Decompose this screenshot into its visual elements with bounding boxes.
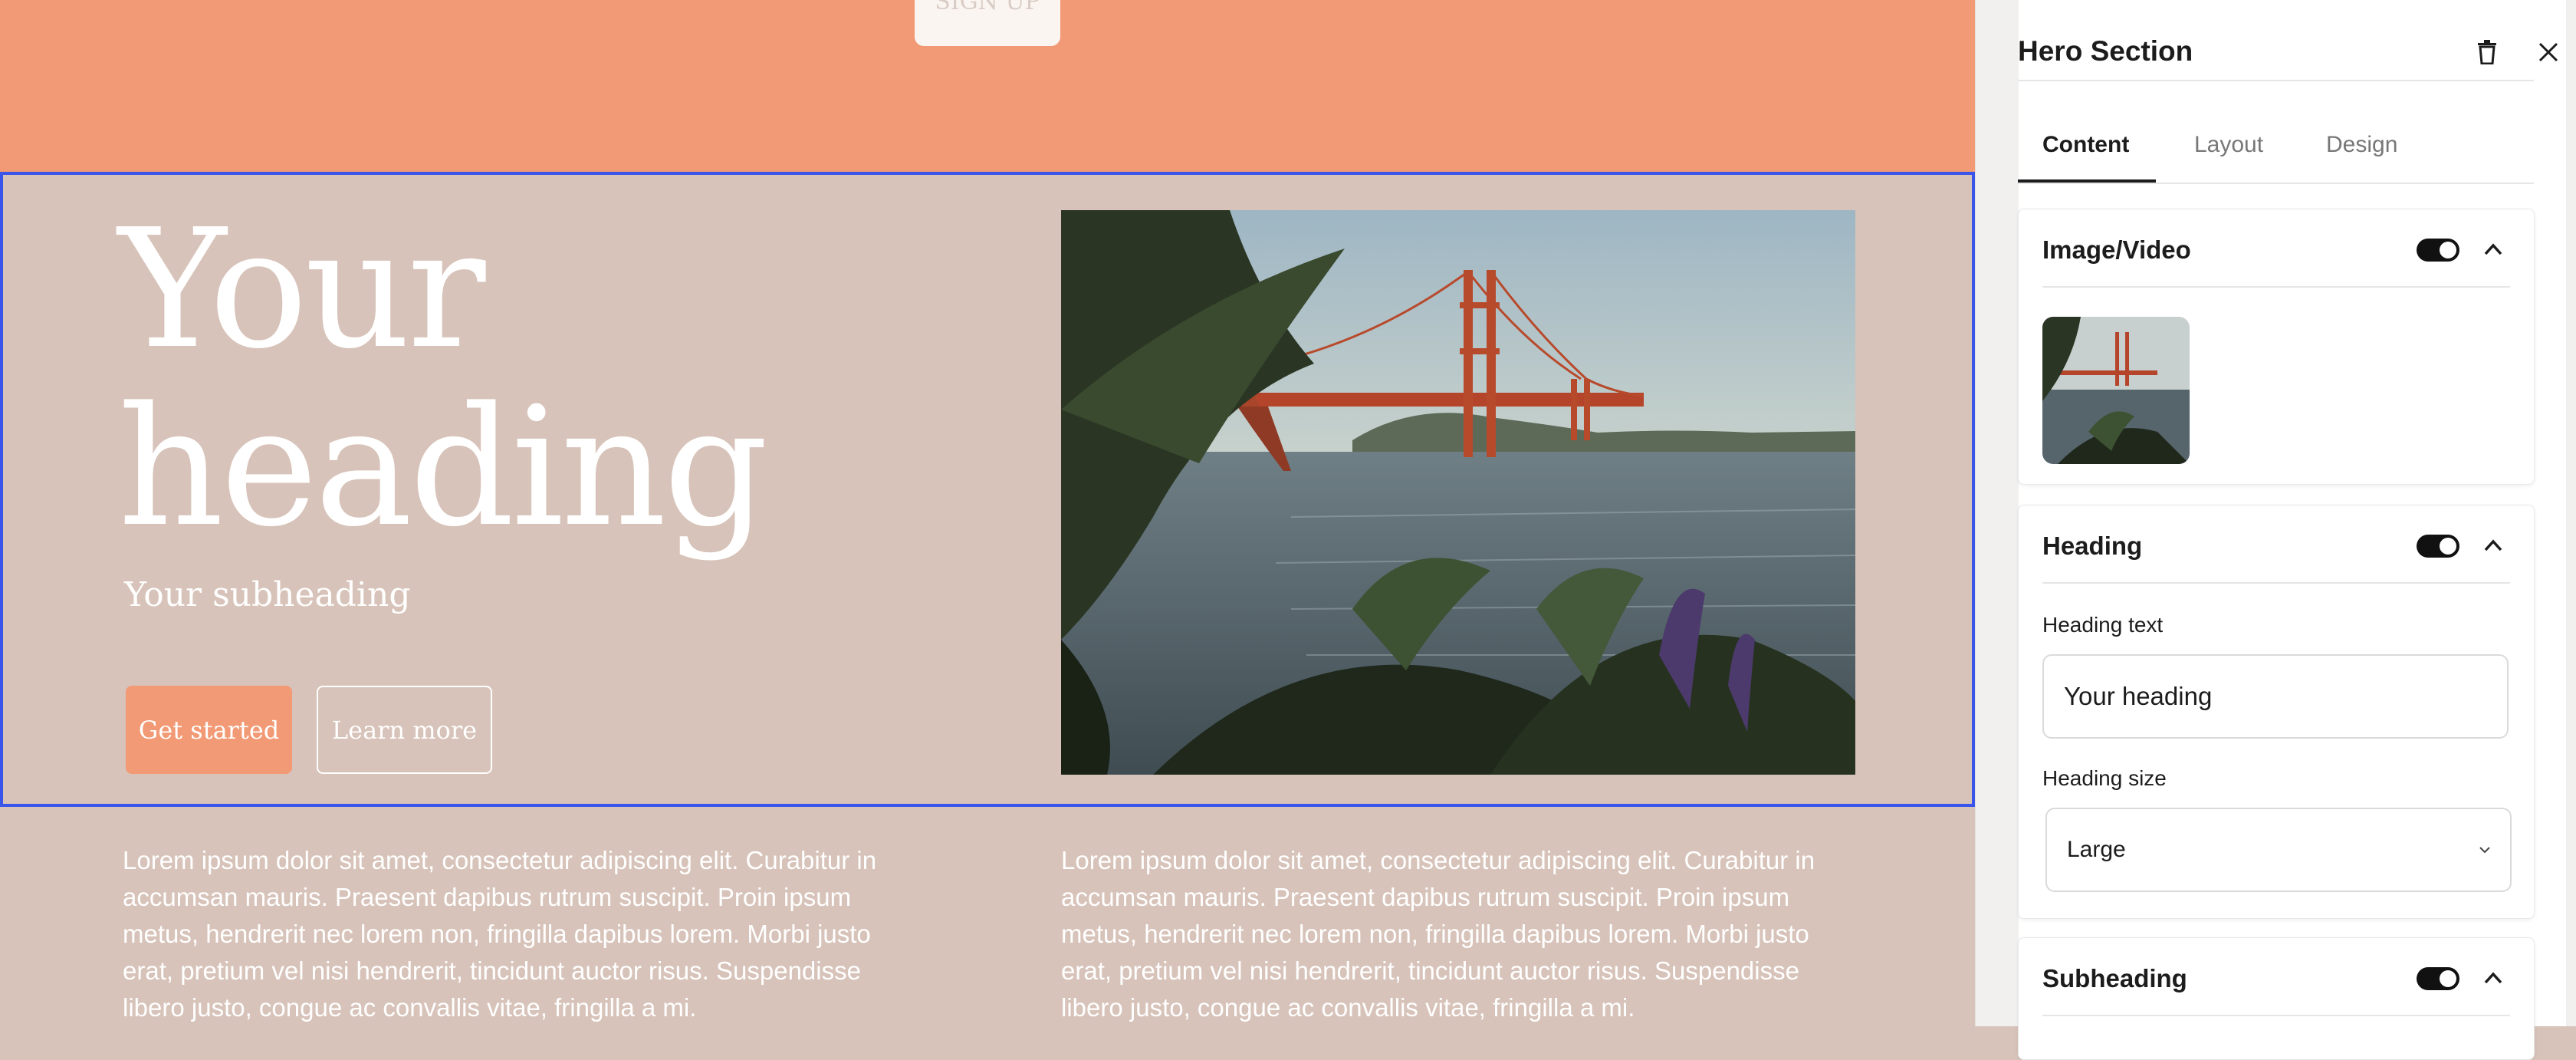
heading-size-value: Large xyxy=(2067,837,2126,862)
image-video-header[interactable]: Image/Video xyxy=(2042,209,2510,288)
page-canvas: SIGN UP Your heading Your subheading Get… xyxy=(0,0,1975,1026)
heading-text-input[interactable]: Your heading xyxy=(2042,654,2509,739)
chevron-up-icon[interactable] xyxy=(2479,235,2507,263)
chevron-up-icon[interactable] xyxy=(2479,964,2507,992)
image-thumbnail[interactable] xyxy=(2042,317,2190,464)
tab-content[interactable]: Content xyxy=(2042,132,2129,158)
tab-design[interactable]: Design xyxy=(2326,132,2397,158)
hero-image-golden-gate[interactable] xyxy=(1061,210,1855,775)
get-started-button[interactable]: Get started xyxy=(126,686,292,774)
subheading-title: Subheading xyxy=(2042,964,2187,993)
active-tab-indicator xyxy=(2018,179,2156,183)
hero-subheading[interactable]: Your subheading xyxy=(124,575,411,614)
panel-title: Hero Section xyxy=(2018,35,2193,67)
heading-header[interactable]: Heading xyxy=(2042,505,2510,584)
tab-layout[interactable]: Layout xyxy=(2194,132,2263,158)
chevron-down-icon xyxy=(2479,847,2490,854)
hero-section-selected[interactable]: Your heading Your subheading Get started… xyxy=(0,172,1975,807)
trash-icon[interactable] xyxy=(2470,35,2504,69)
subheading-toggle[interactable] xyxy=(2417,967,2459,990)
heading-text-label: Heading text xyxy=(2042,613,2164,637)
heading-title: Heading xyxy=(2042,532,2143,560)
top-section-band[interactable]: SIGN UP xyxy=(0,0,1975,172)
learn-more-button[interactable]: Learn more xyxy=(317,686,492,774)
close-icon[interactable] xyxy=(2532,35,2565,69)
chevron-up-icon[interactable] xyxy=(2479,532,2507,559)
body-text-column-2[interactable]: Lorem ipsum dolor sit amet, consectetur … xyxy=(1061,842,1858,1026)
heading-toggle[interactable] xyxy=(2417,535,2459,558)
heading-size-label: Heading size xyxy=(2042,766,2167,790)
heading-card: Heading Heading text Your heading Headin… xyxy=(2018,505,2535,919)
image-video-title: Image/Video xyxy=(2042,235,2191,264)
panel-tabs: Content Layout Design xyxy=(2018,115,2534,184)
properties-panel: Hero Section Content Layout Design Image… xyxy=(1975,0,2576,1060)
heading-size-select[interactable]: Large xyxy=(2045,808,2512,892)
signup-button[interactable]: SIGN UP xyxy=(915,0,1060,46)
image-video-toggle[interactable] xyxy=(2417,239,2459,262)
image-video-card: Image/Video xyxy=(2018,209,2535,485)
subheading-header[interactable]: Subheading xyxy=(2042,938,2510,1016)
hero-heading[interactable]: Your heading xyxy=(118,201,961,557)
panel-header: Hero Section xyxy=(2018,25,2558,81)
body-text-column-1[interactable]: Lorem ipsum dolor sit amet, consectetur … xyxy=(123,842,920,1026)
subheading-card: Subheading xyxy=(2018,937,2535,1060)
